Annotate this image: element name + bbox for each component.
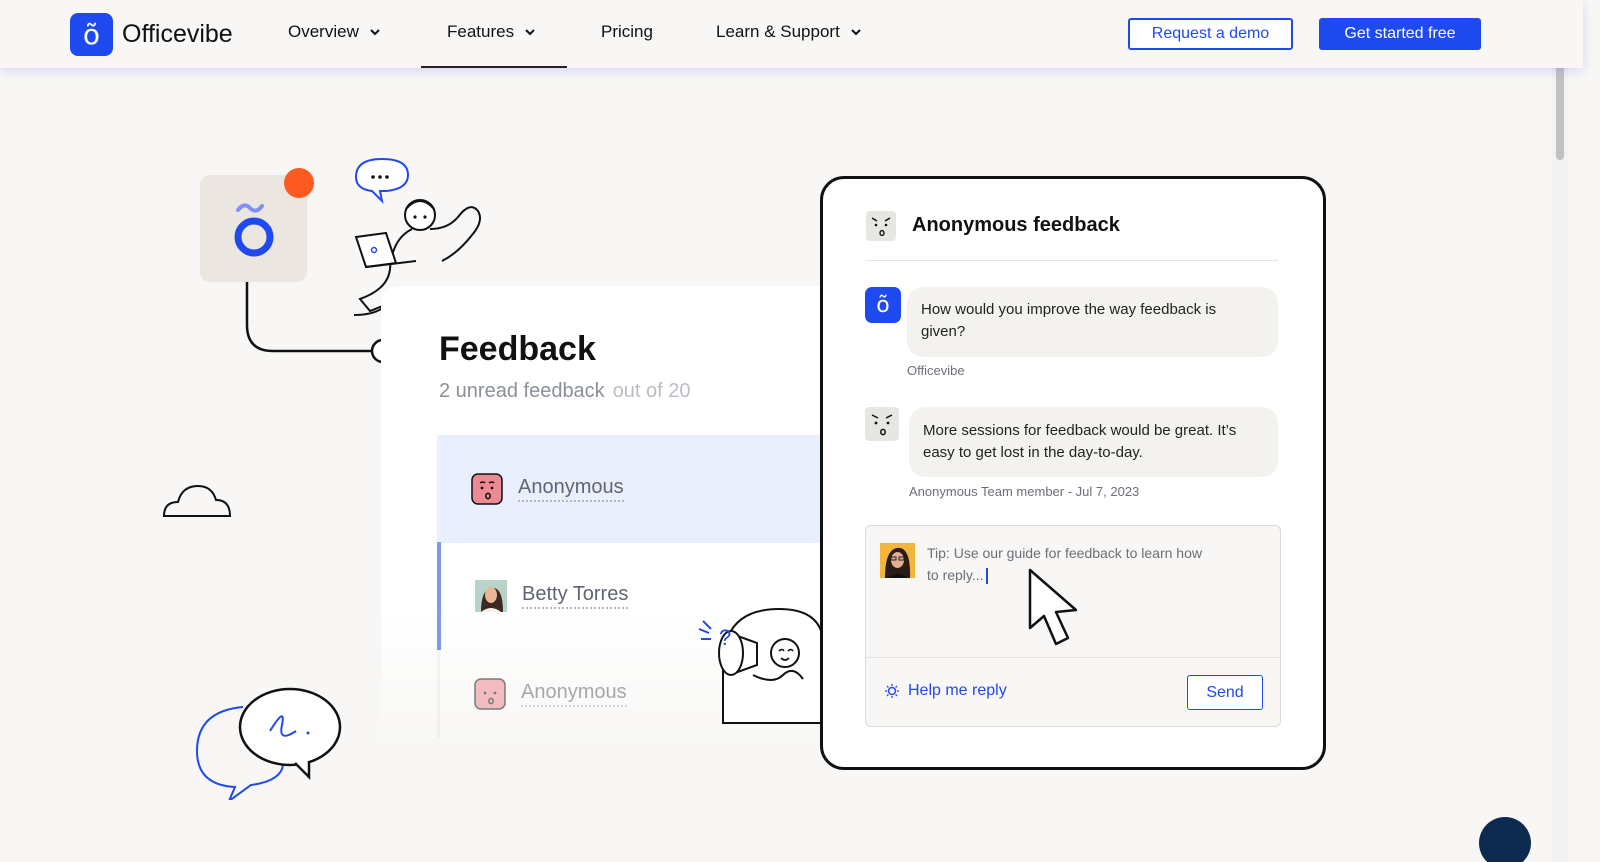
anonymous-face-icon: [865, 407, 899, 441]
scrollbar-thumb[interactable]: [1556, 62, 1564, 160]
anonymous-face-icon: [474, 678, 506, 710]
help-me-reply-link[interactable]: Help me reply: [884, 682, 1007, 700]
floating-chat-button[interactable]: [1479, 817, 1531, 862]
brand-name: Officevibe: [122, 20, 233, 48]
top-navigation: õ Officevibe Overview Features Pricing L…: [0, 0, 1583, 68]
megaphone-illustration: ?: [698, 607, 824, 724]
feedback-unread-summary: 2 unread feedback out of 20: [439, 380, 691, 403]
anonymous-face-icon: [471, 473, 503, 505]
nav-overview-label: Overview: [288, 22, 359, 41]
feedback-row-name: Betty Torres: [522, 583, 629, 609]
nav-features[interactable]: Features: [447, 22, 536, 42]
message-author: Officevibe: [907, 363, 965, 378]
nav-overview[interactable]: Overview: [288, 22, 381, 42]
nav-pricing-label: Pricing: [601, 22, 653, 41]
feedback-row-name: Anonymous: [521, 681, 627, 707]
total-count: out of 20: [612, 380, 691, 402]
help-me-reply-label: Help me reply: [908, 682, 1007, 699]
request-demo-button[interactable]: Request a demo: [1128, 18, 1293, 50]
chat-bubbles-illustration: [195, 687, 342, 800]
message-bubble: How would you improve the way feedback i…: [907, 287, 1278, 357]
feedback-row-name: Anonymous: [518, 476, 624, 502]
brand-logo[interactable]: õ Officevibe: [70, 13, 233, 56]
mouse-cursor-icon: [1028, 568, 1078, 646]
officevibe-mark-icon: [234, 217, 274, 257]
unread-count: 2 unread feedback: [439, 380, 605, 402]
nav-features-label: Features: [447, 22, 515, 41]
officevibe-avatar-icon: õ: [865, 287, 901, 323]
chevron-down-icon: [370, 29, 380, 36]
cloud-illustration: [162, 484, 232, 517]
lightbulb-icon: [885, 684, 899, 698]
feedback-row[interactable]: Anonymous: [437, 435, 827, 543]
nav-learn-support-label: Learn & Support: [716, 22, 840, 41]
text-caret: [985, 568, 988, 585]
chat-title: Anonymous feedback: [912, 214, 1120, 236]
chevron-down-icon: [851, 29, 861, 36]
user-photo-avatar: [880, 543, 915, 578]
message-author: Anonymous Team member - Jul 7, 2023: [909, 484, 1140, 499]
nav-learn-support[interactable]: Learn & Support: [716, 22, 862, 42]
user-photo-avatar: [475, 580, 507, 612]
notification-dot-icon: [284, 168, 314, 198]
feedback-title: Feedback: [439, 330, 596, 368]
message-bubble: More sessions for feedback would be grea…: [909, 407, 1278, 477]
divider: [865, 260, 1278, 261]
send-button[interactable]: Send: [1187, 675, 1263, 710]
get-started-button[interactable]: Get started free: [1319, 18, 1481, 50]
officevibe-logo-icon: õ: [70, 13, 113, 56]
active-nav-indicator: [421, 66, 567, 68]
divider: [866, 657, 1280, 658]
chevron-down-icon: [525, 29, 535, 36]
nav-pricing[interactable]: Pricing: [601, 22, 653, 42]
svg-text:?: ?: [719, 625, 731, 650]
anonymous-face-icon: [866, 211, 896, 241]
